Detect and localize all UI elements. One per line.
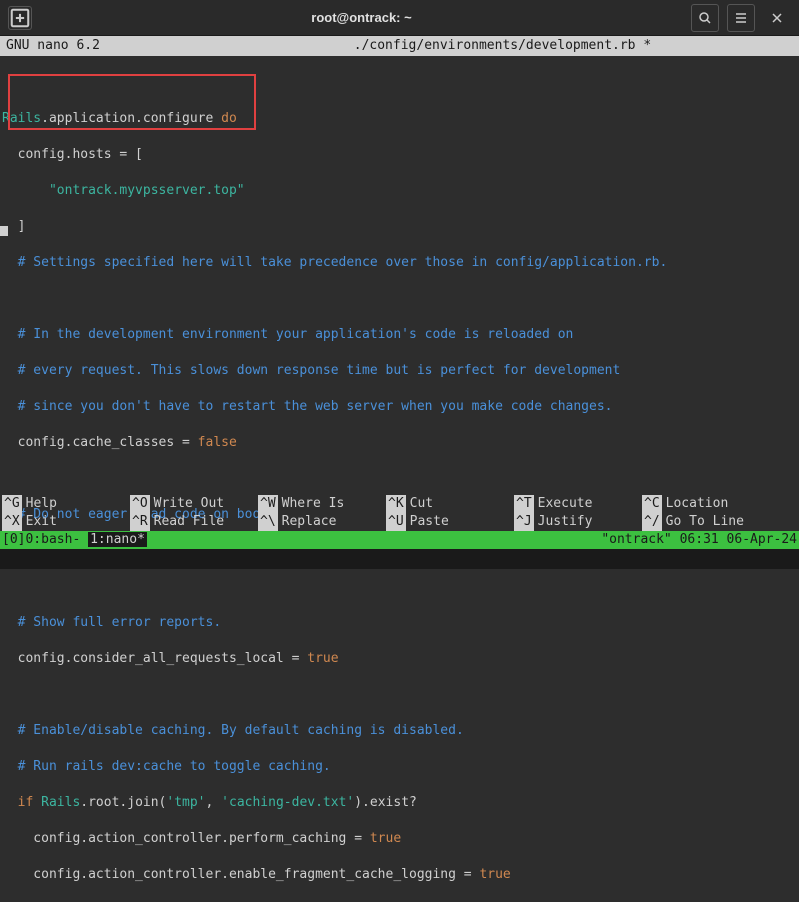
- shortcut-item: ^TExecute: [514, 495, 642, 513]
- shortcut-label: Justify: [534, 513, 593, 531]
- shortcut-key: ^C: [642, 495, 662, 513]
- shortcut-key: ^/: [642, 513, 662, 531]
- nano-shortcuts: ^GHelp^OWrite Out^WWhere Is^KCut^TExecut…: [0, 495, 799, 531]
- shortcut-key: ^O: [130, 495, 150, 513]
- shortcut-item: ^/Go To Line: [642, 513, 770, 531]
- shortcut-key: ^U: [386, 513, 406, 531]
- nano-filename: ./config/environments/development.rb *: [100, 37, 795, 55]
- shortcut-label: Location: [662, 495, 729, 513]
- shortcut-label: Help: [22, 495, 57, 513]
- tmux-clock: 06:31 06-Apr-24: [680, 532, 797, 547]
- shortcut-key: ^K: [386, 495, 406, 513]
- shortcut-label: Cut: [406, 495, 433, 513]
- shortcut-item: ^RRead File: [130, 513, 258, 531]
- editor-content[interactable]: Rails.application.configure do config.ho…: [0, 56, 799, 902]
- shortcut-key: ^X: [2, 513, 22, 531]
- shortcut-item: ^UPaste: [386, 513, 514, 531]
- shortcut-key: ^T: [514, 495, 534, 513]
- shortcut-key: ^G: [2, 495, 22, 513]
- search-button[interactable]: [691, 4, 719, 32]
- shortcut-item: ^XExit: [2, 513, 130, 531]
- shortcut-key: ^R: [130, 513, 150, 531]
- menu-button[interactable]: [727, 4, 755, 32]
- nano-header: GNU nano 6.2 ./config/environments/devel…: [0, 36, 799, 56]
- shortcut-label: Go To Line: [662, 513, 744, 531]
- shortcut-key: ^W: [258, 495, 278, 513]
- tmux-hostname: "ontrack": [601, 532, 679, 547]
- cursor-indicator: [0, 226, 8, 236]
- tmux-statusbar[interactable]: [0] 0:bash- 1:nano* "ontrack" 06:31 06-A…: [0, 531, 799, 549]
- shortcut-label: Exit: [22, 513, 57, 531]
- nano-version: GNU nano 6.2: [4, 37, 100, 55]
- bottom-padding: [0, 549, 799, 569]
- shortcut-item: ^WWhere Is: [258, 495, 386, 513]
- shortcut-label: Replace: [278, 513, 337, 531]
- shortcut-item: ^JJustify: [514, 513, 642, 531]
- shortcut-item: ^GHelp: [2, 495, 130, 513]
- shortcut-item: ^CLocation: [642, 495, 770, 513]
- shortcut-label: Where Is: [278, 495, 345, 513]
- shortcut-label: Execute: [534, 495, 593, 513]
- shortcut-label: Read File: [150, 513, 224, 531]
- tmux-tab-nano[interactable]: 1:nano*: [88, 532, 147, 547]
- shortcut-label: Write Out: [150, 495, 224, 513]
- shortcut-key: ^J: [514, 513, 534, 531]
- tmux-tab-bash[interactable]: 0:bash-: [25, 532, 88, 547]
- new-tab-button[interactable]: [8, 6, 32, 30]
- window-title: root@ontrack: ~: [32, 10, 691, 25]
- shortcut-item: ^OWrite Out: [130, 495, 258, 513]
- shortcut-item: ^KCut: [386, 495, 514, 513]
- tmux-session: [0]: [2, 531, 25, 549]
- close-button[interactable]: [763, 4, 791, 32]
- shortcut-item: ^\Replace: [258, 513, 386, 531]
- window-titlebar: root@ontrack: ~: [0, 0, 799, 36]
- shortcut-key: ^\: [258, 513, 278, 531]
- shortcut-label: Paste: [406, 513, 449, 531]
